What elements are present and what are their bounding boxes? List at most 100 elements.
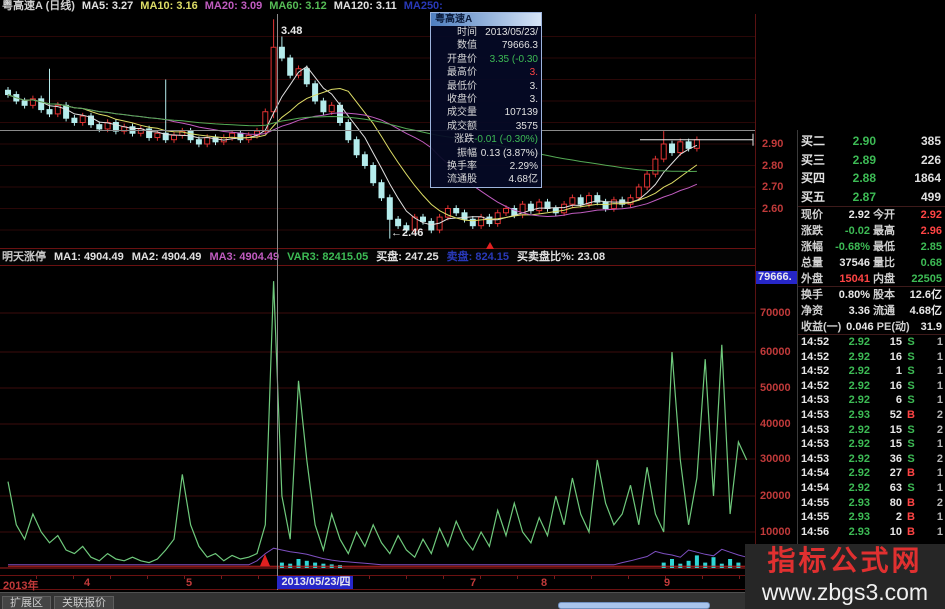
tick-price: 2.92: [848, 438, 870, 451]
tooltip-row-label: 收盘价: [447, 93, 477, 105]
tick-price: 2.92: [848, 481, 870, 494]
tick-row: 14:53 2.92 6 S 1: [798, 393, 945, 408]
quote-value: 3.36: [848, 305, 870, 317]
watermark-url: www.zbgs3.com: [761, 579, 929, 605]
horizontal-scrollbar-thumb[interactable]: [558, 602, 710, 609]
quote-row: 换手 0.80% 股本 12.6亿: [798, 287, 945, 303]
quote-tooltip: 粤高速A 时间 2013/05/23/数值 79666.3 开盘价 3.35 (-0.3…: [430, 12, 542, 188]
tick-time: 14:56: [801, 525, 830, 538]
tooltip-row: 最低价 3.: [431, 80, 541, 93]
tick-volume: 16: [889, 379, 902, 392]
quote-label: 涨跌: [801, 225, 823, 237]
header-item: MA20: 3.09: [204, 0, 263, 12]
quote-label: 量比: [873, 257, 895, 269]
tick-direction-flag: B: [907, 511, 915, 524]
tick-count: 1: [936, 394, 943, 407]
tick-price: 2.93: [848, 511, 870, 524]
month-axis-label: 9: [664, 577, 671, 589]
tick-row: 14:52 2.92 1 S 1: [798, 364, 945, 379]
tooltip-row-value: 2013/05/23/: [485, 27, 538, 38]
indicator-header-item: 买盘: 247.25: [376, 251, 439, 263]
indicator-chart[interactable]: [0, 266, 755, 575]
price-axis-label: 2.70: [762, 181, 784, 193]
tooltip-row-value: -0.01 (-0.30%): [474, 134, 538, 146]
tooltip-row-value: 2.29%: [509, 160, 538, 172]
tick-count: 1: [936, 511, 943, 524]
quote-row: 收益(一) 0.046 PE(动) 31.9: [798, 319, 945, 335]
tooltip-row-value: 3575: [515, 120, 538, 132]
tab-linked-quotes[interactable]: 关联报价: [54, 596, 114, 609]
tick-time: 14:54: [801, 467, 830, 480]
tooltip-row: 换手率 2.29%: [431, 160, 541, 173]
candlestick-chart[interactable]: [0, 14, 755, 248]
bid-row-price: 2.88: [852, 171, 876, 185]
tick-volume: 15: [889, 438, 902, 451]
tooltip-row: 收盘价 3.: [431, 93, 541, 106]
tick-volume: 16: [889, 350, 902, 363]
tick-volume: 27: [889, 467, 902, 480]
tick-price: 2.92: [848, 394, 870, 407]
tick-row: 14:54 2.92 27 B 1: [798, 466, 945, 481]
tick-direction-flag: S: [907, 481, 915, 494]
tooltip-row-label: 流通股: [447, 174, 477, 186]
tooltip-row-value: 0.13 (3.87%): [480, 147, 538, 159]
tooltip-row-label: 涨跌: [454, 134, 475, 146]
price-axis-label: 2.60: [762, 203, 784, 215]
tick-volume: 52: [889, 408, 902, 421]
bid-row-volume: 1864: [914, 171, 941, 185]
quote-value: 15041: [839, 273, 870, 285]
tick-direction-flag: S: [907, 394, 915, 407]
header-item: MA60: 3.12: [269, 0, 327, 12]
tooltip-row-label: 成交量: [447, 107, 477, 119]
quote-label: 外盘: [801, 273, 823, 285]
tooltip-row: 最高价 3.: [431, 66, 541, 79]
tick-row: 14:52 2.92 16 S 1: [798, 350, 945, 365]
tick-count: 1: [936, 350, 943, 363]
quote-label: 今开: [873, 209, 895, 221]
quote-value: 12.6亿: [909, 289, 942, 301]
tooltip-row: 开盘价 3.35 (-0.30: [431, 53, 541, 66]
tick-list: 14:52 2.92 15 S 1 14:52 2.92 16 S 1 14:52 2.92 1 S 1 14…: [798, 335, 945, 539]
tick-volume: 6: [895, 394, 902, 407]
stock-app-window: 粤高速A (日线) MA5: 3.27 MA10: 3.16 MA20: 3.09 MA…: [0, 0, 945, 609]
tick-count: 1: [936, 336, 943, 348]
indicator-axis-label: 20000: [760, 490, 791, 502]
tick-direction-flag: S: [907, 336, 915, 348]
indicator-header-item: 买卖盘比%: 23.08: [517, 251, 606, 263]
bid-row: 买四 2.88 1864: [798, 169, 945, 188]
quote-value: 0.80%: [838, 289, 870, 301]
bid-row-label: 买二: [801, 134, 826, 148]
tick-direction-flag: S: [907, 350, 915, 363]
tooltip-row: 成交额 3575: [431, 120, 541, 133]
tick-direction-flag: S: [907, 438, 915, 451]
tick-count: 2: [936, 423, 943, 436]
indicator-axis-label: 10000: [760, 526, 791, 538]
quote-row: 净资 3.36 流通 4.68亿: [798, 303, 945, 319]
tooltip-row: 流通股 4.68亿: [431, 173, 541, 186]
tooltip-title: 粤高速A: [431, 13, 541, 26]
quote-row: 涨跌 -0.02 最高 2.96: [798, 223, 945, 239]
tick-price: 2.93: [848, 496, 870, 509]
tick-price: 2.92: [848, 423, 870, 436]
tick-count: 1: [936, 365, 943, 378]
tick-row: 14:53 2.92 15 S 1: [798, 437, 945, 452]
header-item: MA250:: [403, 0, 443, 12]
axis-tick-marks: [0, 576, 755, 579]
quote-value: 0.046: [846, 321, 874, 333]
tooltip-row-label: 成交额: [447, 120, 477, 132]
tick-count: 1: [936, 525, 943, 538]
quote-panel: 买二 2.90 385 买三 2.89 226 买四 2.88 1864 买五 2.87 499 现价…: [797, 130, 945, 545]
tab-extended-area[interactable]: 扩展区: [2, 596, 51, 609]
month-axis-label: 4: [84, 577, 91, 589]
tooltip-row-value: 3.: [529, 67, 538, 79]
tick-direction-flag: S: [907, 423, 915, 436]
tick-volume: 15: [889, 336, 902, 348]
quote-row: 总量 37546 量比 0.68: [798, 255, 945, 271]
indicator-axis-label: 30000: [760, 453, 791, 465]
tooltip-row-label: 时间: [457, 27, 477, 38]
quote-label: 内盘: [873, 273, 895, 285]
tick-direction-flag: B: [907, 408, 915, 421]
quote-label: 现价: [801, 209, 823, 221]
header-item: 粤高速A (日线): [2, 0, 75, 12]
tick-row: 14:56 2.93 10 B 1: [798, 525, 945, 540]
